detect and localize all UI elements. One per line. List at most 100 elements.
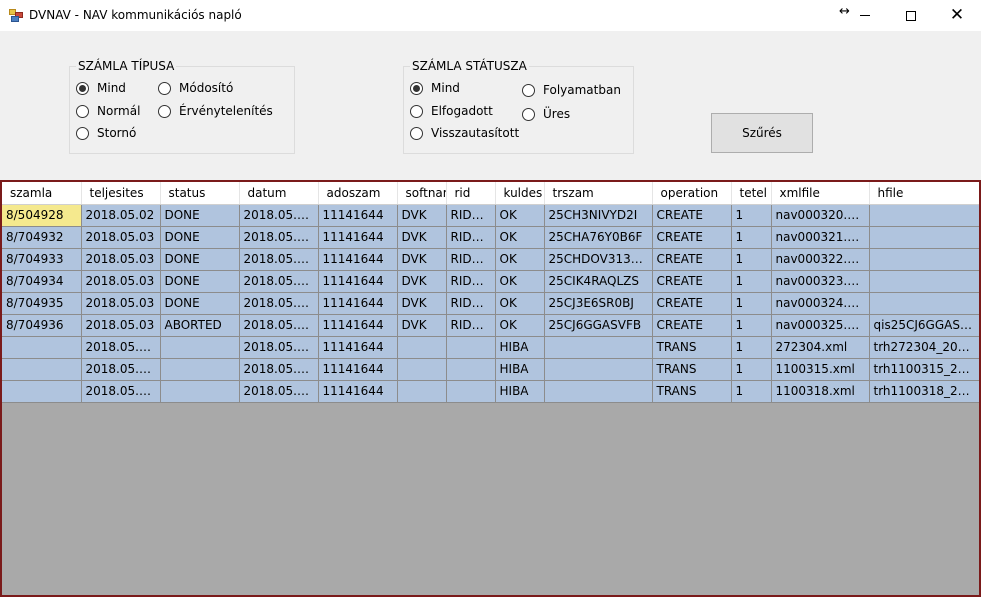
- type-radio-modosito[interactable]: Módosító: [158, 81, 233, 95]
- table-cell-szamla[interactable]: 8/704935: [2, 292, 82, 315]
- table-cell-teljesites[interactable]: 2018.05.13.: [81, 358, 161, 381]
- table-cell-teljesites[interactable]: 2018.05.03: [81, 292, 161, 315]
- table-cell-szamla[interactable]: 8/704934: [2, 270, 82, 293]
- table-cell-kuldes[interactable]: OK: [495, 204, 545, 227]
- table-cell-status[interactable]: DONE: [160, 226, 240, 249]
- radio-icon[interactable]: [410, 126, 423, 140]
- table-cell-rid[interactable]: RID1...: [446, 204, 496, 227]
- table-cell-xmlfile[interactable]: nav000323.xml: [771, 270, 870, 293]
- table-cell-tetel[interactable]: 1: [731, 248, 772, 271]
- radio-icon[interactable]: [522, 107, 535, 121]
- column-header-adoszam[interactable]: adoszam: [318, 182, 398, 205]
- table-cell-status[interactable]: [160, 336, 240, 359]
- table-cell-tetel[interactable]: 1: [731, 336, 772, 359]
- table-cell-hfile[interactable]: [869, 226, 979, 249]
- table-cell-kuldes[interactable]: HIBA: [495, 380, 545, 403]
- type-radio-ervenytelenites[interactable]: Érvénytelenítés: [158, 104, 273, 118]
- table-cell-xmlfile[interactable]: nav000324.xml: [771, 292, 870, 315]
- table-cell-datum[interactable]: 2018.05.1...: [239, 358, 319, 381]
- table-cell-tetel[interactable]: 1: [731, 358, 772, 381]
- table-cell-operation[interactable]: CREATE: [652, 314, 732, 337]
- table-cell-kuldes[interactable]: HIBA: [495, 358, 545, 381]
- table-cell-rid[interactable]: RID1...: [446, 226, 496, 249]
- table-cell-trszam[interactable]: 25CH3NIVYD2I: [544, 204, 653, 227]
- table-cell-softnam[interactable]: DVK: [397, 314, 447, 337]
- table-cell-softnam[interactable]: DVK: [397, 226, 447, 249]
- column-header-status[interactable]: status: [160, 182, 240, 205]
- table-cell-adoszam[interactable]: 11141644: [318, 292, 398, 315]
- table-cell-datum[interactable]: 2018.05.1...: [239, 380, 319, 403]
- column-header-tetel[interactable]: tetel: [731, 182, 772, 205]
- table-cell-xmlfile[interactable]: nav000322.xml: [771, 248, 870, 271]
- table-cell-datum[interactable]: 2018.05.0...: [239, 292, 319, 315]
- table-row[interactable]: 8/504928 2018.05.02 DONE 2018.05.0... 111416…: [2, 204, 979, 227]
- table-cell-trszam[interactable]: [544, 358, 653, 381]
- table-cell-trszam[interactable]: 25CJ3E6SR0BJ: [544, 292, 653, 315]
- table-cell-softnam[interactable]: DVK: [397, 292, 447, 315]
- table-cell-datum[interactable]: 2018.05.0...: [239, 270, 319, 293]
- table-cell-adoszam[interactable]: 11141644: [318, 270, 398, 293]
- table-cell-rid[interactable]: [446, 336, 496, 359]
- table-cell-softnam[interactable]: [397, 336, 447, 359]
- table-cell-adoszam[interactable]: 11141644: [318, 358, 398, 381]
- table-cell-status[interactable]: DONE: [160, 204, 240, 227]
- column-header-hfile[interactable]: hfile: [869, 182, 979, 205]
- column-header-xmlfile[interactable]: xmlfile: [771, 182, 870, 205]
- table-cell-status[interactable]: DONE: [160, 248, 240, 271]
- table-cell-trszam[interactable]: 25CHDOV313AH: [544, 248, 653, 271]
- table-cell-softnam[interactable]: DVK: [397, 270, 447, 293]
- close-button[interactable]: ✕: [934, 0, 980, 31]
- filter-button[interactable]: Szűrés: [711, 113, 813, 153]
- column-header-softnam[interactable]: softnam: [397, 182, 447, 205]
- table-cell-operation[interactable]: CREATE: [652, 226, 732, 249]
- table-cell-kuldes[interactable]: OK: [495, 314, 545, 337]
- table-cell-tetel[interactable]: 1: [731, 314, 772, 337]
- column-header-kuldes[interactable]: kuldes: [495, 182, 545, 205]
- table-cell-operation[interactable]: TRANS: [652, 336, 732, 359]
- table-cell-rid[interactable]: RID1...: [446, 270, 496, 293]
- table-cell-szamla[interactable]: 8/504928: [2, 204, 82, 227]
- table-row[interactable]: 8/704933 2018.05.03 DONE 2018.05.0... 111416…: [2, 248, 979, 271]
- table-cell-xmlfile[interactable]: 1100315.xml: [771, 358, 870, 381]
- type-radio-mind[interactable]: Mind: [76, 81, 126, 95]
- table-cell-teljesites[interactable]: 2018.05.03: [81, 270, 161, 293]
- table-row[interactable]: 8/704932 2018.05.03 DONE 2018.05.0... 111416…: [2, 226, 979, 249]
- status-radio-visszautasitott[interactable]: Visszautasított: [410, 126, 519, 140]
- table-cell-rid[interactable]: [446, 380, 496, 403]
- table-cell-operation[interactable]: CREATE: [652, 270, 732, 293]
- table-cell-hfile[interactable]: [869, 204, 979, 227]
- table-cell-szamla[interactable]: 8/704933: [2, 248, 82, 271]
- table-row[interactable]: 8/704935 2018.05.03 DONE 2018.05.0... 111416…: [2, 292, 979, 315]
- status-radio-folyamatban[interactable]: Folyamatban: [522, 83, 621, 97]
- table-cell-operation[interactable]: CREATE: [652, 204, 732, 227]
- table-cell-operation[interactable]: CREATE: [652, 248, 732, 271]
- table-cell-xmlfile[interactable]: nav000320.xml: [771, 204, 870, 227]
- table-cell-adoszam[interactable]: 11141644: [318, 336, 398, 359]
- radio-icon[interactable]: [410, 81, 423, 95]
- table-cell-trszam[interactable]: 25CJ6GGASVFB: [544, 314, 653, 337]
- column-header-operation[interactable]: operation: [652, 182, 732, 205]
- table-cell-trszam[interactable]: 25CHA76Y0B6F: [544, 226, 653, 249]
- table-cell-xmlfile[interactable]: 272304.xml: [771, 336, 870, 359]
- table-cell-datum[interactable]: 2018.05.1...: [239, 336, 319, 359]
- radio-icon[interactable]: [522, 83, 535, 97]
- table-cell-datum[interactable]: 2018.05.0...: [239, 226, 319, 249]
- table-cell-teljesites[interactable]: 2018.05.03: [81, 314, 161, 337]
- table-cell-rid[interactable]: [446, 358, 496, 381]
- column-header-szamla[interactable]: szamla: [2, 182, 82, 205]
- table-cell-tetel[interactable]: 1: [731, 292, 772, 315]
- table-cell-kuldes[interactable]: OK: [495, 270, 545, 293]
- radio-icon[interactable]: [76, 126, 89, 140]
- table-row[interactable]: 8/704936 2018.05.03 ABORTED 2018.05.0... 111…: [2, 314, 979, 337]
- column-header-trszam[interactable]: trszam: [544, 182, 653, 205]
- table-cell-adoszam[interactable]: 11141644: [318, 204, 398, 227]
- table-cell-softnam[interactable]: [397, 380, 447, 403]
- table-cell-datum[interactable]: 2018.05.0...: [239, 204, 319, 227]
- table-cell-kuldes[interactable]: OK: [495, 226, 545, 249]
- table-cell-szamla[interactable]: 8/704932: [2, 226, 82, 249]
- table-cell-hfile[interactable]: trh272304_201...: [869, 336, 979, 359]
- table-row[interactable]: 2018.05.12. 2018.05.1... 11141644 HIBA TRANS…: [2, 336, 979, 359]
- table-cell-hfile[interactable]: trh1100315_20...: [869, 358, 979, 381]
- table-cell-trszam[interactable]: [544, 336, 653, 359]
- table-cell-hfile[interactable]: [869, 248, 979, 271]
